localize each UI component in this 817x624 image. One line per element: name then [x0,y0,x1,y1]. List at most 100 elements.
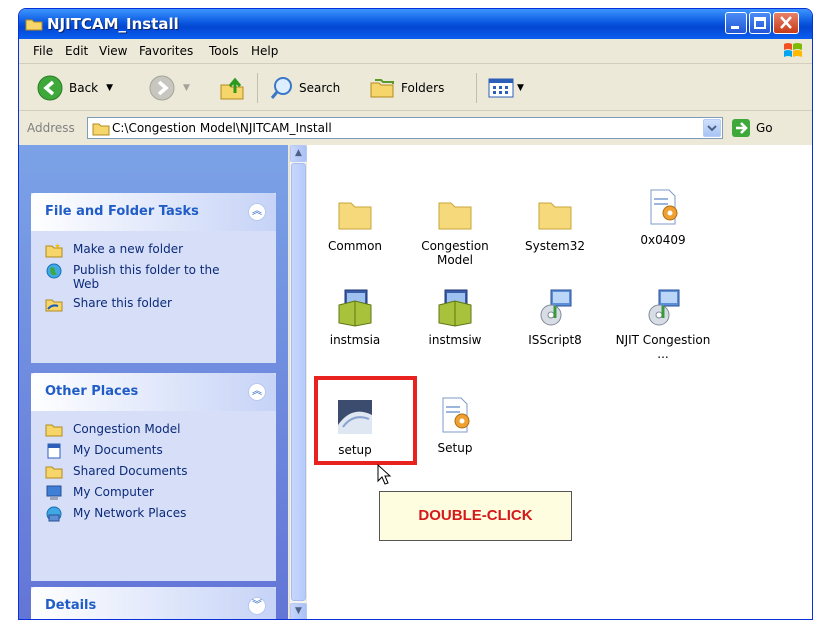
address-input[interactable]: C:\Congestion Model\NJITCAM_Install [87,117,723,139]
address-dropdown-button[interactable] [703,119,721,137]
globe-icon [46,263,62,279]
views-dropdown-icon[interactable]: ▼ [517,83,524,93]
go-arrow-icon [732,119,750,137]
folder-icon [438,202,472,230]
task-label: Make a new folder [73,242,184,256]
back-dropdown-icon[interactable]: ▼ [106,83,113,93]
menu-edit[interactable]: Edit [65,44,88,58]
scroll-thumb[interactable] [291,163,306,601]
go-label: Go [756,121,773,135]
panel-title: Details [45,598,97,613]
computer-icon [46,485,62,500]
menu-help[interactable]: Help [251,44,278,58]
setup-package-icon [648,289,680,326]
menu-tools[interactable]: Tools [209,44,239,58]
panel-header[interactable]: Other Places ︽ [31,373,276,411]
other-places-panel: Other Places ︽ Congestion Model My Docum… [31,373,276,581]
folders-icon [370,79,394,98]
setup-package-icon [540,289,572,326]
views-button[interactable]: ▼ [487,76,524,100]
toolbar-separator [476,73,477,103]
task-pane-scrollbar[interactable]: ▲ ▼ [289,145,307,619]
menu-favorites[interactable]: Favorites [139,44,193,58]
file-item-isscript8[interactable]: ISScript8 [505,287,605,347]
folder-up-icon [220,77,244,100]
file-name: 0x0409 [640,233,686,247]
collapse-chevron-icon[interactable]: ︽ [248,203,266,221]
place-label: My Documents [73,443,163,457]
maximize-button[interactable] [749,12,771,34]
place-my-documents[interactable]: My Documents [45,443,276,459]
close-icon [780,16,792,29]
scroll-down-button[interactable]: ▼ [290,603,307,619]
installer-icon [338,289,372,327]
forward-dropdown-icon[interactable]: ▼ [183,83,190,93]
file-item-instmsia[interactable]: instmsia [305,287,405,347]
place-label: My Network Places [73,506,187,520]
place-label: Shared Documents [73,464,188,478]
forward-arrow-icon [149,75,175,101]
settings-file-icon [650,189,678,225]
address-value: C:\Congestion Model\NJITCAM_Install [112,121,332,135]
double-click-callout: DOUBLE-CLICK [379,491,572,541]
menu-bar: File Edit View Favorites Tools Help [19,39,812,64]
panel-title: File and Folder Tasks [45,204,199,219]
network-icon [46,506,62,522]
address-bar: Address C:\Congestion Model\NJITCAM_Inst… [19,112,812,144]
panel-header[interactable]: File and Folder Tasks ︽ [31,193,276,231]
minimize-button[interactable] [725,12,747,34]
expand-chevron-icon[interactable]: ︾ [248,597,266,615]
address-label: Address [27,121,75,135]
share-icon [45,299,63,312]
file-item-instmsiw[interactable]: instmsiw [405,287,505,347]
search-label: Search [299,81,341,95]
task-share-folder[interactable]: Share this folder [45,296,276,312]
task-label: Publish this folder to the Web [73,263,220,291]
search-icon [270,77,292,99]
place-my-network[interactable]: My Network Places [45,506,276,522]
folders-label: Folders [401,81,445,95]
file-name: System32 [524,239,586,253]
back-button[interactable]: Back ▼ [37,75,113,101]
details-panel: Details ︾ [31,587,276,619]
file-item-setup-ini[interactable]: Setup [405,395,505,455]
menu-file[interactable]: File [33,44,53,58]
place-my-computer[interactable]: My Computer [45,485,276,501]
file-item-common[interactable]: Common [305,193,405,253]
folders-button[interactable]: Folders [369,76,444,100]
file-name: ISScript8 [528,333,582,347]
task-publish-web[interactable]: Publish this folder to the Web [45,263,276,291]
forward-button[interactable]: ▼ [149,75,190,101]
installer-icon [438,289,472,327]
folder-icon [538,202,572,230]
minimize-icon [731,26,739,29]
menu-view[interactable]: View [99,44,127,58]
task-make-new-folder[interactable]: Make a new folder [45,242,276,258]
back-label: Back [69,81,99,95]
task-pane: File and Folder Tasks ︽ Make a new folde… [19,145,288,619]
close-button[interactable] [773,12,799,34]
new-folder-icon [45,243,63,258]
search-button[interactable]: Search [269,76,340,100]
toolbar: Back ▼ ▼ Search Folders ▼ [19,65,812,111]
file-item-system32[interactable]: System32 [505,193,605,253]
up-folder-button[interactable] [219,76,247,100]
place-congestion-model[interactable]: Congestion Model [45,422,276,438]
views-icon [488,78,514,98]
title-bar[interactable]: NJITCAM_Install [19,9,812,39]
file-name: instmsia [329,333,381,347]
folder-icon [338,202,372,230]
file-item-0x0409[interactable]: 0x0409 [613,187,713,247]
panel-header[interactable]: Details ︾ [31,587,276,619]
place-label: My Computer [73,485,154,499]
file-name: Setup [437,441,473,455]
windows-logo-icon [784,43,802,57]
file-item-congestion-model[interactable]: Congestion Model [405,193,505,267]
file-item-njit-congestion[interactable]: NJIT Congestion ... [613,287,713,361]
file-name: Congestion Model [421,239,489,267]
scroll-up-button[interactable]: ▲ [290,145,307,162]
file-folder-tasks-panel: File and Folder Tasks ︽ Make a new folde… [31,193,276,363]
go-button[interactable]: Go [731,118,773,138]
collapse-chevron-icon[interactable]: ︽ [248,383,266,401]
place-shared-documents[interactable]: Shared Documents [45,464,276,480]
